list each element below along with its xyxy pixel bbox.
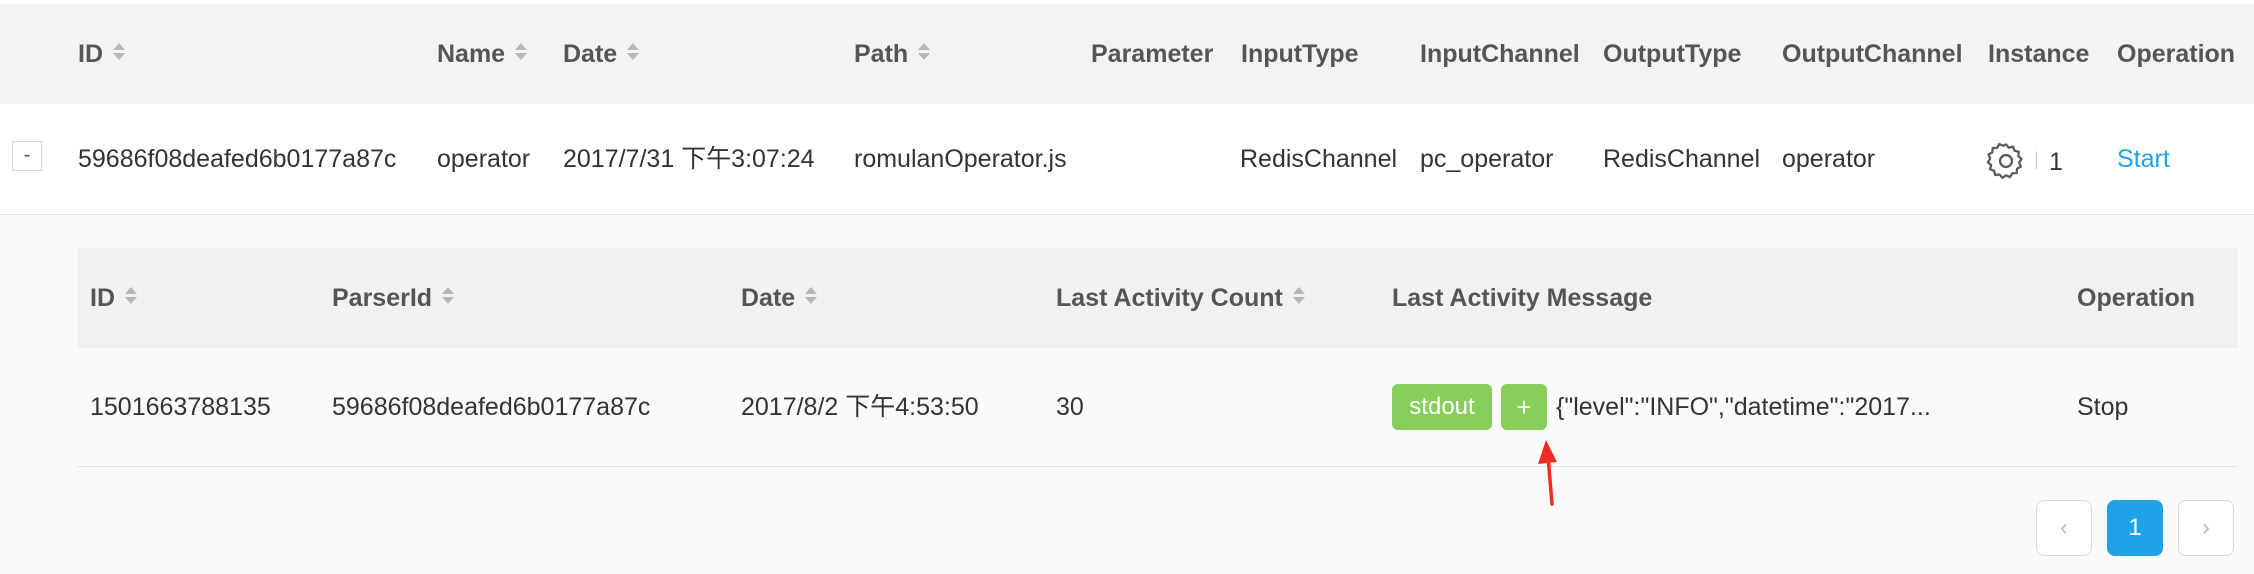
inner-column-header-date[interactable]: Date	[741, 248, 818, 348]
cell-instance-count: 1	[2049, 148, 2063, 176]
column-label: Name	[437, 40, 506, 68]
collapse-row-button[interactable]: -	[12, 141, 42, 171]
stdout-tag: stdout	[1392, 384, 1492, 430]
column-label: Date	[741, 284, 796, 312]
column-label: ID	[90, 284, 115, 312]
sort-icon[interactable]	[515, 41, 528, 63]
inner-cell-date: 2017/8/2 下午4:53:50	[741, 393, 979, 421]
pagination-page-1[interactable]: 1	[2107, 500, 2163, 556]
column-header-path[interactable]: Path	[854, 4, 931, 104]
sort-icon[interactable]	[918, 41, 931, 63]
cell-output-type: RedisChannel	[1603, 145, 1761, 173]
cell-date: 2017/7/31 下午3:07:24	[563, 145, 815, 173]
inner-cell-id: 1501663788135	[90, 393, 271, 421]
column-label: Path	[854, 40, 909, 68]
inner-cell-last-activity-message: {"level":"INFO","datetime":"2017...	[1556, 393, 1931, 421]
column-label: Last Activity Count	[1056, 284, 1283, 312]
expand-message-button[interactable]: +	[1501, 384, 1547, 430]
column-label: ParserId	[332, 284, 433, 312]
cell-input-type: RedisChannel	[1240, 145, 1398, 173]
inner-column-header-last-activity-count[interactable]: Last Activity Count	[1056, 248, 1305, 348]
sort-icon[interactable]	[627, 41, 640, 63]
column-header-instance: Instance	[1988, 40, 2090, 68]
inner-table-header: ID ParserId Date Last Activity Count Las…	[78, 248, 2238, 348]
inner-cell-last-activity-count: 30	[1056, 393, 1084, 421]
inner-table-row: 1501663788135 59686f08deafed6b0177a87c 2…	[78, 348, 2238, 467]
annotation-arrow-icon	[1538, 440, 1557, 506]
column-header-output-type: OutputType	[1603, 40, 1742, 68]
pagination-next-button[interactable]: ›	[2178, 500, 2234, 556]
column-header-input-type: InputType	[1241, 40, 1359, 68]
outer-table-row: - 59686f08deafed6b0177a87c operator 2017…	[0, 104, 2254, 215]
sort-icon[interactable]	[1292, 285, 1305, 307]
stop-button[interactable]: Stop	[2077, 348, 2128, 466]
column-label: ID	[78, 40, 103, 68]
instance-separator: |	[2034, 149, 2039, 169]
sort-icon[interactable]	[805, 285, 818, 307]
gear-icon[interactable]	[1985, 140, 2027, 182]
cell-path: romulanOperator.js	[854, 145, 1067, 173]
inner-cell-parser-id: 59686f08deafed6b0177a87c	[332, 393, 651, 421]
outer-table-header: ID Name Date Path Parameter InputType In…	[0, 4, 2254, 105]
column-header-output-channel: OutputChannel	[1782, 40, 1963, 68]
inner-column-header-operation: Operation	[2077, 284, 2196, 312]
sort-icon[interactable]	[442, 285, 455, 307]
column-label: Date	[563, 40, 618, 68]
inner-column-header-last-activity-message: Last Activity Message	[1392, 284, 1653, 312]
column-header-operation: Operation	[2117, 40, 2236, 68]
cell-input-channel: pc_operator	[1420, 145, 1554, 173]
cell-id: 59686f08deafed6b0177a87c	[78, 145, 397, 173]
column-header-id[interactable]: ID	[78, 4, 125, 104]
inner-column-header-parser-id[interactable]: ParserId	[332, 248, 455, 348]
inner-column-header-id[interactable]: ID	[90, 248, 137, 348]
column-header-date[interactable]: Date	[563, 4, 640, 104]
column-header-parameter: Parameter	[1091, 40, 1214, 68]
sort-icon[interactable]	[125, 285, 137, 307]
cell-name: operator	[437, 145, 531, 173]
column-header-input-channel: InputChannel	[1420, 40, 1580, 68]
column-header-name[interactable]: Name	[437, 4, 528, 104]
cell-output-channel: operator	[1782, 145, 1876, 173]
start-button[interactable]: Start	[2117, 104, 2170, 214]
pagination-prev-button[interactable]: ‹	[2036, 500, 2092, 556]
sort-icon[interactable]	[113, 41, 125, 63]
